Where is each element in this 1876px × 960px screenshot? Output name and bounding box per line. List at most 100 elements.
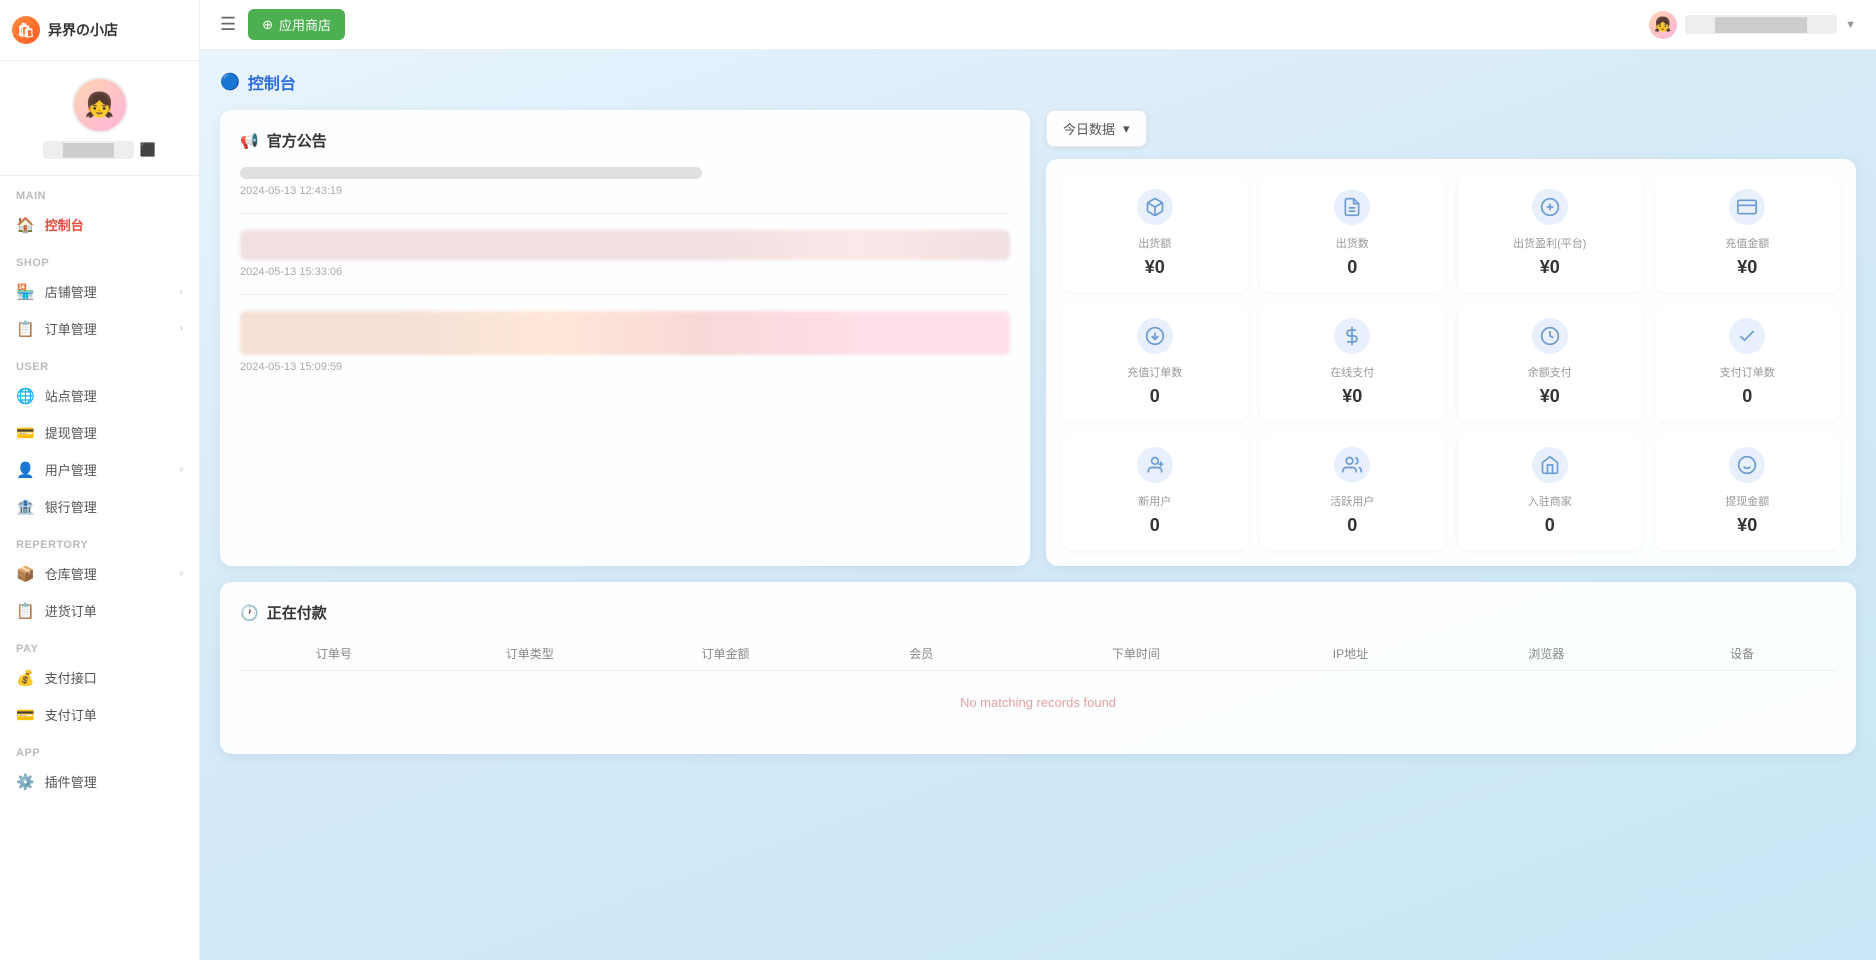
stat-label: 活跃用户	[1330, 493, 1374, 509]
sidebar-item-site[interactable]: 🌐 站点管理	[0, 377, 199, 414]
app-store-label: 应用商店	[279, 15, 331, 34]
stats-area: 今日数据 ▾ 出货额 ¥0	[1046, 110, 1856, 566]
app-store-button[interactable]: ⊕ 应用商店	[248, 9, 345, 40]
sidebar-item-users[interactable]: 👤 用户管理 ›	[0, 451, 199, 488]
orders-label: 订单管理	[45, 319, 97, 338]
warehouse-icon: 📦	[16, 565, 35, 583]
sidebar-item-plugins[interactable]: ⚙️ 插件管理	[0, 763, 199, 800]
section-repertory-label: REPERTORY	[0, 525, 199, 555]
chevron-right-icon: ›	[180, 286, 183, 297]
col-ip: IP地址	[1257, 645, 1445, 662]
stat-card-online-payment: 在线支付 ¥0	[1260, 304, 1446, 421]
payment-title: 🕐 正在付款	[240, 602, 1836, 623]
sidebar-item-payment-orders[interactable]: 💳 支付订单	[0, 696, 199, 733]
brand: 🛍 异界の小店	[0, 0, 199, 61]
stat-card-merchants: 入驻商家 0	[1457, 433, 1643, 550]
page-title: 🔵 控制台	[220, 70, 1856, 94]
col-order-no: 订单号	[240, 645, 428, 662]
logout-icon[interactable]: ⬛	[140, 142, 156, 158]
section-user-label: USER	[0, 347, 199, 377]
stat-card-recharge-amount: 充值金额 ¥0	[1655, 175, 1841, 292]
stat-value: ¥0	[1540, 386, 1560, 407]
payment-section: 🕐 正在付款 订单号 订单类型 订单金额 会员 下单时间 IP地址 浏览器 设备…	[220, 582, 1856, 754]
stat-value: 0	[1347, 257, 1357, 278]
announcement-title: 官方公告	[267, 130, 327, 151]
section-pay-label: PAY	[0, 629, 199, 659]
recharge-amount-icon	[1729, 189, 1765, 225]
new-users-icon	[1137, 447, 1173, 483]
date-selector[interactable]: 今日数据 ▾	[1046, 110, 1147, 147]
announcement-card-title: 📢 官方公告	[240, 130, 1010, 151]
stat-value: ¥0	[1540, 257, 1560, 278]
balance-payment-icon	[1532, 318, 1568, 354]
sidebar-item-store[interactable]: 🏪 店铺管理 ›	[0, 273, 199, 310]
col-order-type: 订单类型	[436, 645, 624, 662]
sidebar-item-withdraw[interactable]: 💳 提现管理	[0, 414, 199, 451]
stat-value: 0	[1347, 515, 1357, 536]
restock-label: 进货订单	[45, 601, 97, 620]
announcement-date-2: 2024-05-13 15:33:06	[240, 266, 1010, 278]
main-area: ☰ ⊕ 应用商店 👧 ██████████ ▼ 🔵 控制台 📢 官方公告	[200, 0, 1876, 960]
stat-card-profit: 出货盈利(平台) ¥0	[1457, 175, 1643, 292]
plugins-icon: ⚙️	[16, 773, 35, 791]
avatar: 👧	[72, 77, 128, 133]
payment-title-label: 正在付款	[267, 602, 327, 623]
stat-label: 充值订单数	[1127, 364, 1182, 380]
stat-card-new-users: 新用户 0	[1062, 433, 1248, 550]
date-selector-chevron-icon: ▾	[1123, 121, 1130, 137]
stat-card-balance-payment: 余额支付 ¥0	[1457, 304, 1643, 421]
table-header: 订单号 订单类型 订单金额 会员 下单时间 IP地址 浏览器 设备	[240, 637, 1836, 671]
sidebar-item-bank[interactable]: 🏦 银行管理	[0, 488, 199, 525]
stat-card-recharge-orders: 充值订单数 0	[1062, 304, 1248, 421]
sidebar-item-orders[interactable]: 📋 订单管理 ›	[0, 310, 199, 347]
sidebar-item-restock[interactable]: 📋 进货订单	[0, 592, 199, 629]
site-icon: 🌐	[16, 387, 35, 405]
content-area: 🔵 控制台 📢 官方公告 2024-05-13 12:43:19 2024-05	[200, 50, 1876, 960]
col-browser: 浏览器	[1452, 645, 1640, 662]
announcement-card: 📢 官方公告 2024-05-13 12:43:19 2024-05-13 15…	[220, 110, 1030, 566]
users-label: 用户管理	[45, 460, 97, 479]
sidebar-item-payment-api[interactable]: 💰 支付接口	[0, 659, 199, 696]
payment-orders-label: 支付订单	[45, 705, 97, 724]
payment-api-label: 支付接口	[45, 668, 97, 687]
stat-card-shipment-count: 出货数 0	[1260, 175, 1446, 292]
stat-value: 0	[1150, 386, 1160, 407]
sidebar-item-warehouse[interactable]: 📦 仓库管理 ›	[0, 555, 199, 592]
app-store-icon: ⊕	[262, 17, 273, 33]
announcement-date-3: 2024-05-13 15:09:59	[240, 361, 1010, 373]
chevron-right-icon: ›	[180, 464, 183, 475]
section-shop-label: SHOP	[0, 243, 199, 273]
page-title-icon: 🔵	[220, 72, 240, 92]
stat-label: 充值金额	[1725, 235, 1769, 251]
section-main-label: MAIN	[0, 176, 199, 206]
announcement-item: 2024-05-13 15:33:06	[240, 230, 1010, 295]
sidebar: 🛍 异界の小店 👧 ██████ ⬛ MAIN 🏠 控制台 SHOP 🏪 店铺管…	[0, 0, 200, 960]
profit-icon	[1532, 189, 1568, 225]
warehouse-label: 仓库管理	[45, 564, 97, 583]
brand-icon: 🛍	[12, 16, 40, 44]
section-app-label: APP	[0, 733, 199, 763]
stat-card-payment-orders: 支付订单数 0	[1655, 304, 1841, 421]
username-display: ██████	[43, 141, 134, 159]
stat-value: ¥0	[1145, 257, 1165, 278]
stat-value: 0	[1742, 386, 1752, 407]
no-data-message: No matching records found	[240, 671, 1836, 734]
announcement-item: 2024-05-13 15:09:59	[240, 311, 1010, 389]
bank-label: 银行管理	[45, 497, 97, 516]
chevron-right-icon: ›	[180, 568, 183, 579]
menu-toggle-icon[interactable]: ☰	[220, 14, 236, 35]
stat-label: 提现金额	[1725, 493, 1769, 509]
stat-label: 在线支付	[1330, 364, 1374, 380]
sidebar-item-dashboard[interactable]: 🏠 控制台	[0, 206, 199, 243]
withdraw-label: 提现管理	[45, 423, 97, 442]
plugins-label: 插件管理	[45, 772, 97, 791]
stat-value: ¥0	[1737, 257, 1757, 278]
stats-grid: 出货额 ¥0 出货数 0 出货盈利(平台)	[1046, 159, 1856, 566]
payment-clock-icon: 🕐	[240, 604, 259, 622]
store-label: 店铺管理	[45, 282, 97, 301]
dashboard-icon: 🏠	[16, 216, 35, 234]
topbar-chevron-icon[interactable]: ▼	[1845, 19, 1856, 31]
bank-icon: 🏦	[16, 498, 35, 516]
sidebar-user: 👧 ██████ ⬛	[0, 61, 199, 176]
col-device: 设备	[1648, 645, 1836, 662]
